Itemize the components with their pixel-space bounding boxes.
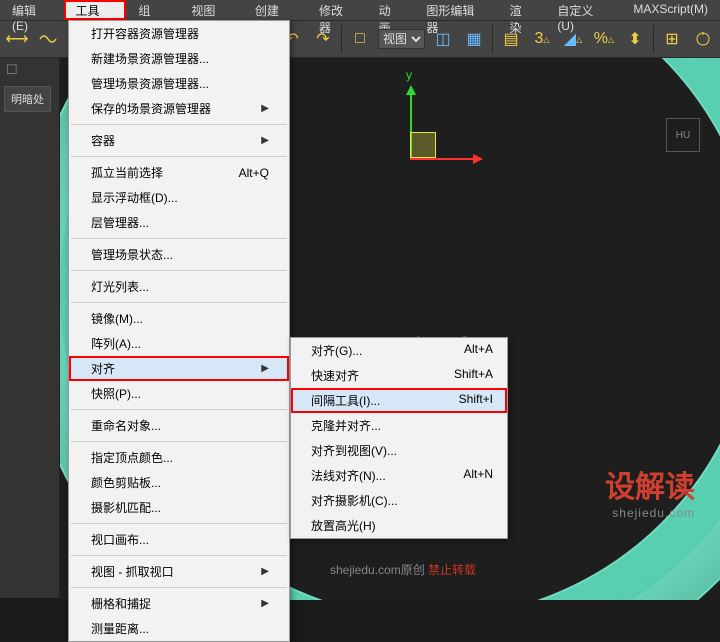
tools-menu[interactable]: 打开容器资源管理器新建场景资源管理器...管理场景资源管理器...保存的场景资源… bbox=[68, 20, 290, 642]
menu-8[interactable]: 渲染 bbox=[498, 0, 546, 20]
menu-3[interactable]: 视图(V) bbox=[179, 0, 243, 20]
separator bbox=[71, 587, 287, 588]
watermark: shejiedu.com原创 禁止转载 bbox=[330, 561, 476, 578]
separator bbox=[71, 409, 287, 410]
menu-5[interactable]: 修改器 bbox=[307, 0, 367, 20]
menu-item[interactable]: 视口画布... bbox=[69, 527, 289, 552]
tool-icon[interactable]: ◫ bbox=[430, 26, 456, 52]
menu-item[interactable]: 保存的场景资源管理器▶ bbox=[69, 96, 289, 121]
menu-item[interactable]: 对齐▶ bbox=[69, 356, 289, 381]
menu-7[interactable]: 图形编辑器 bbox=[414, 0, 497, 20]
redo-icon[interactable]: ↷ bbox=[310, 26, 336, 52]
separator bbox=[653, 25, 654, 53]
separator bbox=[71, 156, 287, 157]
tool-icon[interactable]: ▦ bbox=[461, 26, 487, 52]
menu-item[interactable]: 孤立当前选择Alt+Q bbox=[69, 160, 289, 185]
menu-9[interactable]: 自定义(U) bbox=[545, 0, 621, 20]
separator bbox=[71, 523, 287, 524]
chevron-right-icon: ▶ bbox=[261, 566, 269, 577]
submenu-item[interactable]: 法线对齐(N)...Alt+N bbox=[291, 463, 507, 488]
menubar: 编辑(E)工具(T)组(G)视图(V)创建(C)修改器动画图形编辑器渲染自定义(… bbox=[0, 0, 720, 20]
select-icon[interactable]: □ bbox=[347, 26, 373, 52]
menu-item[interactable]: 管理场景状态... bbox=[69, 242, 289, 267]
align-submenu[interactable]: 对齐(G)...Alt+A快速对齐Shift+A间隔工具(I)...Shift+… bbox=[290, 337, 508, 539]
submenu-item[interactable]: 放置高光(H) bbox=[291, 513, 507, 538]
menu-item[interactable]: 打开容器资源管理器 bbox=[69, 21, 289, 46]
submenu-item[interactable]: 间隔工具(I)...Shift+I bbox=[291, 388, 507, 413]
sidebar: ☐ 明暗处 bbox=[0, 58, 60, 598]
menu-item[interactable]: 阵列(A)... bbox=[69, 331, 289, 356]
menu-item[interactable]: 指定顶点颜色... bbox=[69, 445, 289, 470]
menu-item[interactable]: 摄影机匹配... bbox=[69, 495, 289, 520]
tool-icon[interactable] bbox=[690, 26, 716, 52]
menu-item[interactable]: 测量距离... bbox=[69, 616, 289, 641]
menu-1[interactable]: 工具(T) bbox=[64, 0, 127, 20]
menu-4[interactable]: 创建(C) bbox=[243, 0, 307, 20]
snap-icon[interactable]: ▤ bbox=[498, 26, 524, 52]
separator bbox=[71, 238, 287, 239]
angle-snap-icon[interactable]: ◢△ bbox=[560, 26, 586, 52]
axis-x[interactable] bbox=[410, 158, 480, 160]
menu-item[interactable]: 层管理器... bbox=[69, 210, 289, 235]
submenu-item[interactable]: 快速对齐Shift+A bbox=[291, 363, 507, 388]
menu-item[interactable]: 新建场景资源管理器... bbox=[69, 46, 289, 71]
tool-icon[interactable]: ⟷ bbox=[4, 26, 30, 52]
separator bbox=[71, 555, 287, 556]
sidebar-tab[interactable]: 明暗处 bbox=[4, 86, 51, 112]
percent-snap-icon[interactable]: %△ bbox=[591, 26, 617, 52]
submenu-item[interactable]: 对齐摄影机(C)... bbox=[291, 488, 507, 513]
separator bbox=[71, 124, 287, 125]
view-select[interactable]: 视图 bbox=[378, 29, 425, 49]
submenu-item[interactable]: 对齐(G)...Alt+A bbox=[291, 338, 507, 363]
separator bbox=[71, 441, 287, 442]
menu-item[interactable]: 管理场景资源管理器... bbox=[69, 71, 289, 96]
submenu-item[interactable]: 对齐到视图(V)... bbox=[291, 438, 507, 463]
menu-0[interactable]: 编辑(E) bbox=[0, 0, 64, 20]
menu-2[interactable]: 组(G) bbox=[126, 0, 179, 20]
menu-10[interactable]: MAXScript(M) bbox=[621, 0, 720, 20]
menu-item[interactable]: 快照(P)... bbox=[69, 381, 289, 406]
separator bbox=[71, 302, 287, 303]
menu-item[interactable]: 重命名对象... bbox=[69, 413, 289, 438]
menu-item[interactable]: 镜像(M)... bbox=[69, 306, 289, 331]
menu-item[interactable]: 灯光列表... bbox=[69, 274, 289, 299]
menu-item[interactable]: 显示浮动框(D)... bbox=[69, 185, 289, 210]
watermark: 设解读 shejiedu.com bbox=[605, 462, 695, 520]
menu-item[interactable]: 容器▶ bbox=[69, 128, 289, 153]
viewcube[interactable]: HU bbox=[666, 118, 700, 152]
submenu-item[interactable]: 克隆并对齐... bbox=[291, 413, 507, 438]
snap-icon[interactable]: 3△ bbox=[529, 26, 555, 52]
menu-item[interactable]: 视图 - 抓取视口▶ bbox=[69, 559, 289, 584]
snap-icon[interactable]: ⬍ bbox=[622, 26, 648, 52]
separator bbox=[492, 25, 493, 53]
sidebar-toggle[interactable]: ☐ bbox=[0, 58, 59, 82]
chevron-right-icon: ▶ bbox=[261, 103, 269, 114]
tool-icon[interactable]: ⊞ bbox=[659, 26, 685, 52]
menu-6[interactable]: 动画 bbox=[367, 0, 415, 20]
separator bbox=[71, 270, 287, 271]
chevron-right-icon: ▶ bbox=[261, 363, 269, 374]
tool-icon[interactable] bbox=[35, 26, 61, 52]
separator bbox=[341, 25, 342, 53]
menu-item[interactable]: 栅格和捕捉▶ bbox=[69, 591, 289, 616]
axis-xy-plane[interactable] bbox=[410, 132, 436, 158]
menu-item[interactable]: 颜色剪贴板... bbox=[69, 470, 289, 495]
chevron-right-icon: ▶ bbox=[261, 135, 269, 146]
